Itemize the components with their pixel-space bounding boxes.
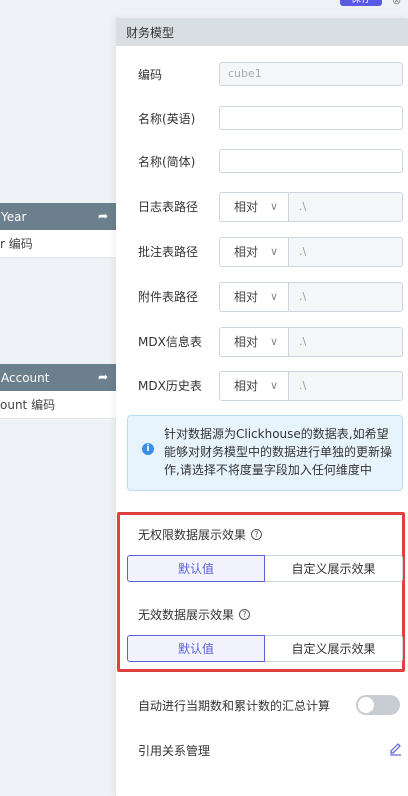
attachment-path-mode-value: 相对 [234,290,259,304]
info-alert: i 针对数据源为Clickhouse的数据表,如希望能够对财务模型中的数据进行单… [127,415,403,491]
model-properties-panel: 财务模型 编码 cube1 名称(英语) 名称(简体) 日志表路径 相对 ∨ .… [116,18,408,796]
share-icon[interactable]: ➦ [98,209,108,223]
save-button-label: 保存 [351,0,371,5]
mdx-history-row: MDX历史表 相对 ∨ .\ [116,371,408,401]
info-alert-text: 针对数据源为Clickhouse的数据表,如希望能够对财务模型中的数据进行单独的… [164,427,393,477]
no-permission-label: 无权限数据展示效果 ? [138,526,263,543]
no-permission-label-text: 无权限数据展示效果 [138,528,247,542]
annotation-path-label: 批注表路径 [138,245,199,259]
chevron-down-icon: ∨ [269,290,278,303]
mdx-history-mode-value: 相对 [234,379,259,393]
share-icon[interactable]: ➦ [98,370,108,384]
auto-calc-label: 自动进行当期数和累计数的汇总计算 [138,699,331,713]
dimension-card-title: Account [1,370,50,385]
name-en-row: 名称(英语) [116,106,408,130]
mdx-info-mode-select[interactable]: 相对 ∨ [219,327,289,357]
chevron-down-icon: ∨ [269,335,278,348]
invalid-data-label: 无效数据展示效果 ? [138,606,251,623]
no-permission-custom-option[interactable]: 自定义展示效果 [265,555,403,582]
name-cn-input[interactable] [219,149,403,173]
edit-icon[interactable] [388,740,402,756]
mdx-info-input[interactable]: .\ [288,327,403,357]
attachment-path-label: 附件表路径 [138,290,199,304]
dimension-card-header: Year ➦ [0,203,116,230]
log-path-combo: 相对 ∨ .\ [219,192,403,222]
annotation-path-mode-value: 相对 [234,245,259,259]
auto-calc-row: 自动进行当期数和累计数的汇总计算 [116,693,408,717]
log-path-row: 日志表路径 相对 ∨ .\ [116,192,408,222]
panel-title: 财务模型 [116,18,408,46]
help-icon[interactable]: ? [251,529,263,540]
mdx-history-input[interactable]: .\ [288,371,403,401]
save-button[interactable]: 保存 [340,0,382,6]
dimension-field-row: ount 编码 [0,391,116,419]
invalid-data-custom-option[interactable]: 自定义展示效果 [265,635,403,662]
log-path-input[interactable]: .\ [288,192,403,222]
name-en-label: 名称(英语) [138,112,196,126]
attachment-path-combo: 相对 ∨ .\ [219,282,403,312]
info-icon: i [142,443,154,455]
annotation-path-mode-select[interactable]: 相对 ∨ [219,237,289,267]
attachment-path-input[interactable]: .\ [288,282,403,312]
dimension-card-header: Account ➦ [0,364,116,391]
invalid-data-segmented: 默认值 自定义展示效果 [127,635,403,662]
reference-row: 引用关系管理 [116,738,408,762]
chevron-down-icon: ∨ [269,379,278,392]
mdx-info-mode-value: 相对 [234,335,259,349]
dimension-card-account[interactable]: Account ➦ ount 编码 [0,364,116,419]
name-cn-row: 名称(简体) [116,149,408,173]
log-path-label: 日志表路径 [138,200,199,214]
chevron-down-icon: ∨ [269,245,278,258]
chevron-down-icon: ∨ [269,200,278,213]
invalid-data-default-option[interactable]: 默认值 [127,635,265,662]
annotation-path-row: 批注表路径 相对 ∨ .\ [116,237,408,267]
name-en-input[interactable] [219,106,403,130]
dimension-field-row: r 编码 [0,230,116,258]
mdx-history-label: MDX历史表 [138,379,202,393]
mdx-history-combo: 相对 ∨ .\ [219,371,403,401]
mdx-info-combo: 相对 ∨ .\ [219,327,403,357]
panel-title-text: 财务模型 [126,25,175,40]
annotation-path-combo: 相对 ∨ .\ [219,237,403,267]
dimension-card-title: Year [1,209,27,224]
attachment-path-row: 附件表路径 相对 ∨ .\ [116,282,408,312]
mdx-info-row: MDX信息表 相对 ∨ .\ [116,327,408,357]
auto-calc-toggle[interactable] [356,695,400,715]
log-path-mode-select[interactable]: 相对 ∨ [219,192,289,222]
code-input[interactable]: cube1 [219,62,403,86]
name-cn-label: 名称(简体) [138,155,196,169]
help-icon[interactable]: ? [239,609,251,620]
toggle-knob [358,697,374,713]
close-icon[interactable]: ⊗ [392,0,401,7]
log-path-mode-value: 相对 [234,200,259,214]
annotation-path-input[interactable]: .\ [288,237,403,267]
no-permission-default-option[interactable]: 默认值 [127,555,265,582]
dimension-card-year[interactable]: Year ➦ r 编码 [0,203,116,258]
code-label: 编码 [138,68,163,82]
code-row: 编码 cube1 [116,62,408,86]
attachment-path-mode-select[interactable]: 相对 ∨ [219,282,289,312]
mdx-info-label: MDX信息表 [138,335,202,349]
dimension-field-label: r 编码 [0,237,33,251]
mdx-history-mode-select[interactable]: 相对 ∨ [219,371,289,401]
invalid-data-label-text: 无效数据展示效果 [138,608,235,622]
reference-label: 引用关系管理 [138,744,211,758]
dimension-field-label: ount 编码 [0,398,56,412]
no-permission-segmented: 默认值 自定义展示效果 [127,555,403,582]
